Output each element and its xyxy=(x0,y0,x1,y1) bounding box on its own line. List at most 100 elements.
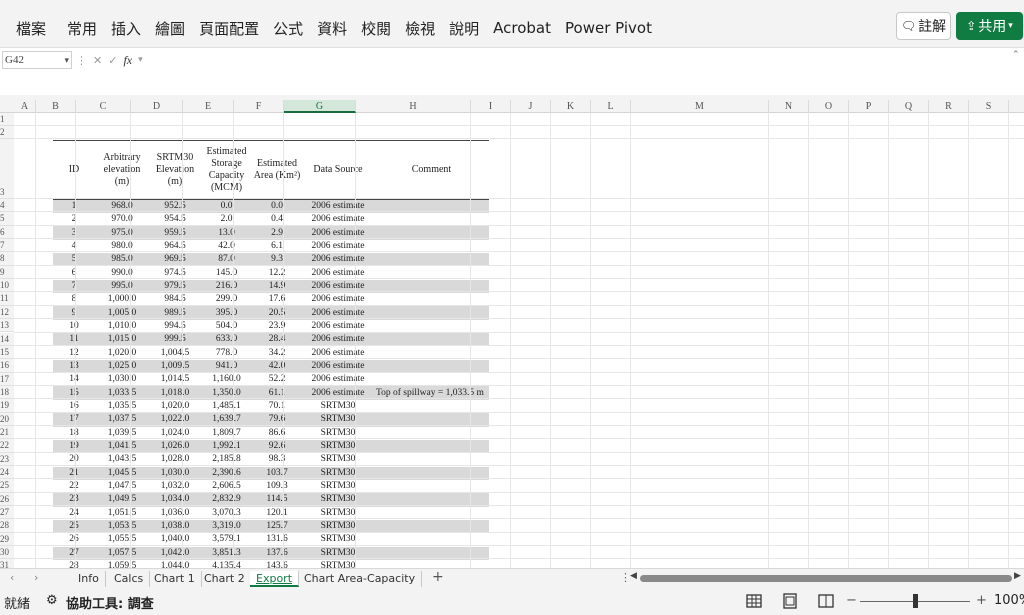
prev-sheet-icon[interactable]: ‹ xyxy=(10,571,14,584)
share-button[interactable]: ⇪ 共用 ▾ xyxy=(956,12,1023,40)
name-box[interactable]: G42 ▾ xyxy=(2,51,72,69)
row-header-30[interactable]: 30 xyxy=(0,546,14,560)
add-sheet-button[interactable]: + xyxy=(432,569,444,585)
table-cell[interactable]: SRTM30 xyxy=(302,560,374,568)
column-header-h[interactable]: H xyxy=(356,100,471,113)
row-header-31[interactable]: 31 xyxy=(0,559,14,568)
row-header-2[interactable]: 2 xyxy=(0,126,14,139)
sheet-tab-chart-1[interactable]: Chart 1 xyxy=(148,571,202,587)
ribbon-tab[interactable]: 公式 xyxy=(266,18,310,39)
enter-icon[interactable]: ✓ xyxy=(108,54,117,67)
sheet-tab-export[interactable]: Export xyxy=(250,571,300,587)
scroll-left-icon[interactable]: ◀ xyxy=(630,571,637,581)
table-header-cell[interactable]: Comment xyxy=(374,140,489,200)
row-header-13[interactable]: 13 xyxy=(0,319,14,333)
row-header-22[interactable]: 22 xyxy=(0,439,14,453)
row-header-1[interactable]: 1 xyxy=(0,113,14,126)
column-header-r[interactable]: R xyxy=(929,100,969,113)
row-header-20[interactable]: 20 xyxy=(0,412,14,426)
row-header-5[interactable]: 5 xyxy=(0,212,14,226)
insert-function-icon[interactable]: fx xyxy=(123,53,132,68)
row-header-29[interactable]: 29 xyxy=(0,532,14,547)
ribbon-tab[interactable]: 繪圖 xyxy=(148,18,192,39)
ribbon-tab[interactable]: 頁面配置 xyxy=(192,18,266,39)
table-header-cell[interactable]: ID xyxy=(53,140,95,200)
column-header-k[interactable]: K xyxy=(551,100,591,113)
table-header-cell[interactable]: SRTM30 Elevation (m) xyxy=(149,140,201,200)
column-header-f[interactable]: F xyxy=(234,100,284,113)
column-header-e[interactable]: E xyxy=(183,100,234,113)
column-header-s[interactable]: S xyxy=(969,100,1009,113)
comment-button[interactable]: 🗨 註解 xyxy=(896,12,951,40)
row-header-23[interactable]: 23 xyxy=(0,452,14,466)
row-header-3[interactable]: 3 xyxy=(0,139,14,199)
zoom-level[interactable]: 100% xyxy=(994,593,1024,608)
sheet-tab-calcs[interactable]: Calcs xyxy=(108,571,151,587)
accessibility-icon[interactable]: ⚙ xyxy=(46,593,58,608)
chevron-down-icon[interactable]: ▾ xyxy=(138,55,143,65)
data-table[interactable]: ID Arbitrary elevation (m) SRTM30 Elevatio… xyxy=(53,140,489,568)
horizontal-scrollbar[interactable] xyxy=(640,575,1012,582)
accessibility-status[interactable]: 協助工具: 調查 xyxy=(66,593,154,612)
ribbon-tab[interactable]: 校閱 xyxy=(354,18,398,39)
row-header-11[interactable]: 11 xyxy=(0,292,14,306)
row-header-26[interactable]: 26 xyxy=(0,492,14,507)
column-header-c[interactable]: C xyxy=(76,100,131,113)
row-header-4[interactable]: 4 xyxy=(0,199,14,213)
page-layout-view-icon[interactable] xyxy=(782,593,798,609)
column-header-d[interactable]: D xyxy=(131,100,183,113)
row-header-25[interactable]: 25 xyxy=(0,479,14,493)
table-cell[interactable]: 1,044.0 xyxy=(149,560,201,568)
zoom-slider-thumb[interactable] xyxy=(913,594,918,608)
expand-formula-icon[interactable]: ⌃ xyxy=(1012,50,1020,60)
ribbon-tab[interactable]: Acrobat xyxy=(486,19,558,37)
page-break-view-icon[interactable] xyxy=(818,593,834,609)
column-header-p[interactable]: P xyxy=(849,100,889,113)
sheet-tab-info[interactable]: Info xyxy=(72,571,106,587)
table-header-cell[interactable]: Data Source xyxy=(302,140,374,200)
next-sheet-icon[interactable]: › xyxy=(34,571,38,584)
normal-view-icon[interactable] xyxy=(746,593,762,609)
row-header-19[interactable]: 19 xyxy=(0,399,14,413)
ribbon-tab[interactable]: 檔案 xyxy=(0,18,60,39)
row-header-27[interactable]: 27 xyxy=(0,506,14,520)
row-header-8[interactable]: 8 xyxy=(0,252,14,266)
table-header-cell[interactable]: Estimated Storage Capacity (MCM) xyxy=(201,140,252,200)
row-header-12[interactable]: 12 xyxy=(0,305,14,320)
column-header-i[interactable]: I xyxy=(471,100,511,113)
table-cell[interactable]: 143.6 xyxy=(252,560,302,568)
row-header-10[interactable]: 10 xyxy=(0,279,14,293)
table-cell[interactable]: 4,135.4 xyxy=(201,560,252,568)
more-icon[interactable]: ⋮ xyxy=(76,54,87,67)
column-header-m[interactable]: M xyxy=(631,100,769,113)
row-header-18[interactable]: 18 xyxy=(0,385,14,400)
row-header-15[interactable]: 15 xyxy=(0,345,14,360)
chevron-down-icon[interactable]: ▾ xyxy=(64,52,69,68)
worksheet-grid[interactable]: ABCDEFGHIJKLMNOPQRS 1 2 3 4 5 6 7 8 9 10 11 12 13 14 1… xyxy=(0,100,1024,568)
ribbon-tab[interactable]: 插入 xyxy=(104,18,148,39)
table-cell[interactable] xyxy=(374,560,489,568)
column-header-n[interactable]: N xyxy=(769,100,809,113)
row-header-28[interactable]: 28 xyxy=(0,519,14,533)
row-header-17[interactable]: 17 xyxy=(0,372,14,386)
row-header-9[interactable]: 9 xyxy=(0,265,14,280)
row-header-24[interactable]: 24 xyxy=(0,466,14,480)
row-header-7[interactable]: 7 xyxy=(0,239,14,253)
row-header-14[interactable]: 14 xyxy=(0,332,14,346)
ribbon-tab[interactable]: Power Pivot xyxy=(558,19,659,37)
sheet-tab-chart-area-capacity[interactable]: Chart Area-Capacity xyxy=(298,571,423,587)
formula-input[interactable] xyxy=(150,51,1010,91)
zoom-in-button[interactable]: + xyxy=(976,593,987,608)
column-header-b[interactable]: B xyxy=(36,100,76,113)
row-header-6[interactable]: 6 xyxy=(0,225,14,240)
column-header-o[interactable]: O xyxy=(809,100,849,113)
column-header-a[interactable]: A xyxy=(14,100,36,113)
row-header-21[interactable]: 21 xyxy=(0,425,14,440)
table-cell[interactable]: 1,059.5 xyxy=(95,560,149,568)
table-cell[interactable]: 28 xyxy=(53,560,95,568)
ribbon-tab[interactable]: 資料 xyxy=(310,18,354,39)
ribbon-tab[interactable]: 檢視 xyxy=(398,18,442,39)
ribbon-tab[interactable]: 說明 xyxy=(442,18,486,39)
column-header-g[interactable]: G xyxy=(284,100,356,113)
table-header-cell[interactable]: Estimated Area (Km²) xyxy=(252,140,302,200)
